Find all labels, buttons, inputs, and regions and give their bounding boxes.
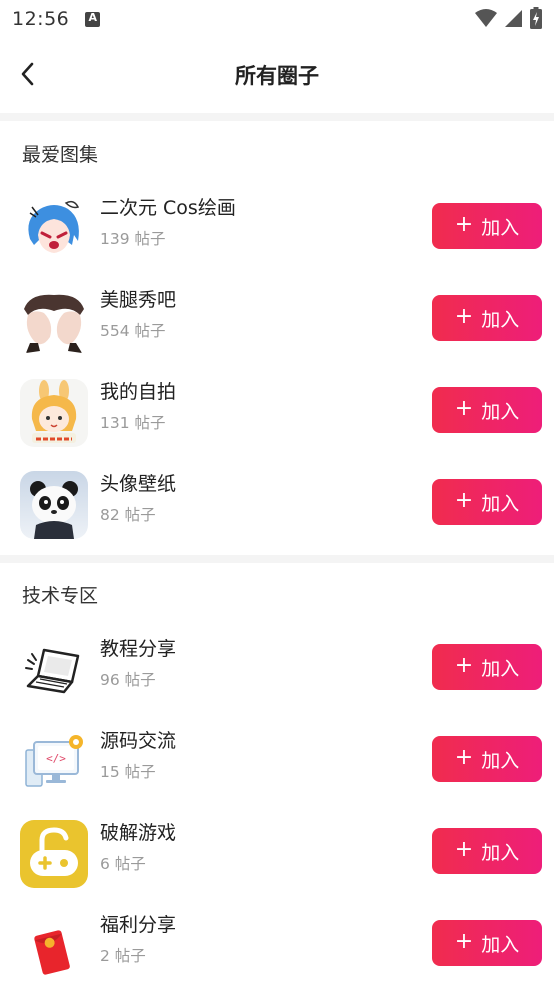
svg-text:</>: </> bbox=[46, 752, 66, 765]
chevron-left-icon bbox=[21, 62, 34, 86]
group-row[interactable]: 我的自拍 131 帖子 + 加入 bbox=[0, 369, 554, 459]
group-post-count: 139 帖子 bbox=[100, 230, 166, 248]
laptop-icon bbox=[20, 636, 88, 704]
group-row[interactable]: 教程分享 96 帖子 + 加入 bbox=[0, 626, 554, 716]
group-name: 教程分享 bbox=[100, 638, 177, 660]
signal-icon bbox=[505, 10, 522, 27]
group-name: 头像壁纸 bbox=[100, 473, 177, 495]
group-name: 源码交流 bbox=[100, 730, 177, 752]
status-bar: 12:56 bbox=[0, 0, 554, 38]
group-post-count: 6 帖子 bbox=[100, 855, 146, 873]
status-time: 12:56 bbox=[12, 8, 70, 30]
group-row[interactable]: 头像壁纸 82 帖子 + 加入 bbox=[0, 461, 554, 551]
group-post-count: 2 帖子 bbox=[100, 947, 146, 965]
join-button[interactable]: + 加入 bbox=[432, 387, 542, 433]
join-button[interactable]: + 加入 bbox=[432, 203, 542, 249]
group-post-count: 82 帖子 bbox=[100, 506, 156, 524]
join-button[interactable]: + 加入 bbox=[432, 920, 542, 966]
plus-icon: + bbox=[454, 929, 474, 954]
group-post-count: 131 帖子 bbox=[100, 414, 166, 432]
plus-icon: + bbox=[454, 837, 474, 862]
group-row[interactable]: </> 源码交流 15 帖子 + 加入 bbox=[0, 718, 554, 808]
plus-icon: + bbox=[454, 653, 474, 678]
back-button[interactable] bbox=[14, 60, 42, 88]
plus-icon: + bbox=[454, 488, 474, 513]
section-title-tech: 技术专区 bbox=[22, 585, 99, 607]
gamepad-unlock-icon bbox=[20, 820, 88, 888]
legs-photo-avatar bbox=[20, 287, 88, 355]
plus-icon: + bbox=[454, 212, 474, 237]
plus-icon: + bbox=[454, 396, 474, 421]
plus-icon: + bbox=[454, 304, 474, 329]
section-title-favorites: 最爱图集 bbox=[22, 144, 99, 166]
join-button[interactable]: + 加入 bbox=[432, 736, 542, 782]
panda-avatar bbox=[20, 471, 88, 539]
page-title: 所有圈子 bbox=[235, 64, 319, 88]
section-divider bbox=[0, 113, 554, 121]
group-post-count: 96 帖子 bbox=[100, 671, 156, 689]
group-row[interactable]: 美腿秀吧 554 帖子 + 加入 bbox=[0, 277, 554, 367]
group-name: 二次元 Cos绘画 bbox=[100, 197, 236, 219]
section-divider bbox=[0, 555, 554, 563]
join-label: 加入 bbox=[481, 400, 520, 423]
group-name: 美腿秀吧 bbox=[100, 289, 177, 311]
group-name: 福利分享 bbox=[100, 914, 177, 936]
join-label: 加入 bbox=[481, 492, 520, 515]
join-label: 加入 bbox=[481, 216, 520, 239]
plus-icon: + bbox=[454, 745, 474, 770]
group-row[interactable]: 破解游戏 6 帖子 + 加入 bbox=[0, 810, 554, 900]
join-label: 加入 bbox=[481, 841, 520, 864]
join-button[interactable]: + 加入 bbox=[432, 479, 542, 525]
wifi-icon bbox=[475, 9, 497, 27]
group-post-count: 15 帖子 bbox=[100, 763, 156, 781]
status-indicators bbox=[474, 7, 542, 29]
group-name: 我的自拍 bbox=[100, 381, 177, 403]
join-button[interactable]: + 加入 bbox=[432, 295, 542, 341]
join-label: 加入 bbox=[481, 749, 520, 772]
anime-girl-avatar bbox=[20, 195, 88, 263]
code-monitor-icon: </> bbox=[20, 728, 88, 796]
join-label: 加入 bbox=[481, 933, 520, 956]
group-name: 破解游戏 bbox=[100, 822, 177, 844]
notification-icon bbox=[85, 11, 101, 27]
join-label: 加入 bbox=[481, 657, 520, 680]
group-row[interactable]: 二次元 Cos绘画 139 帖子 + 加入 bbox=[0, 185, 554, 275]
red-envelope-icon bbox=[20, 912, 88, 980]
cartoon-bunny-girl-avatar bbox=[20, 379, 88, 447]
join-button[interactable]: + 加入 bbox=[432, 828, 542, 874]
group-row[interactable]: 福利分享 2 帖子 + 加入 bbox=[0, 902, 554, 985]
join-label: 加入 bbox=[481, 308, 520, 331]
join-button[interactable]: + 加入 bbox=[432, 644, 542, 690]
group-post-count: 554 帖子 bbox=[100, 322, 166, 340]
battery-charging-icon bbox=[530, 7, 542, 29]
nav-bar: 所有圈子 bbox=[0, 38, 554, 112]
